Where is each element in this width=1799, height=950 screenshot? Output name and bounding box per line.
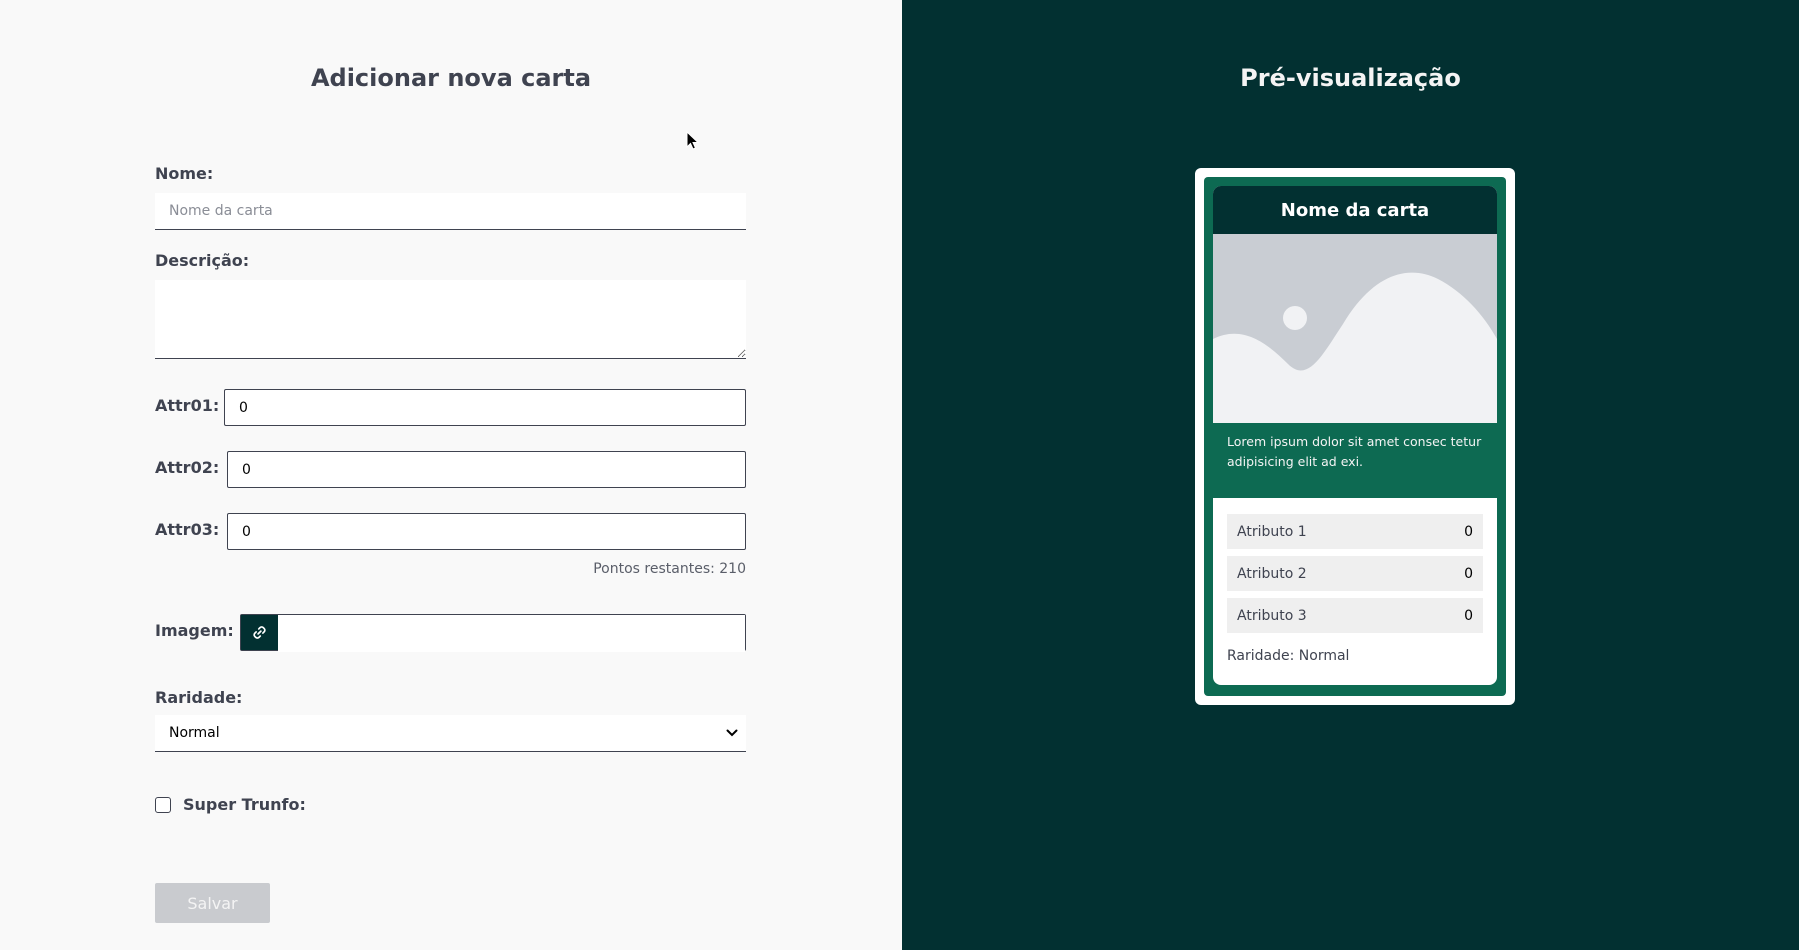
form-title: Adicionar nova carta: [310, 64, 592, 92]
card-preview: Nome da carta Lorem ipsum dolor sit amet…: [1195, 168, 1515, 705]
attr2-label: Attr02:: [155, 458, 220, 477]
image-url-group: [240, 614, 746, 652]
chevron-down-icon: [726, 729, 738, 737]
preview-title: Pré-visualização: [1240, 64, 1461, 92]
attr2-input[interactable]: [227, 451, 746, 488]
card-attribute-row: Atributo 2 0: [1227, 556, 1483, 591]
card-rarity: Raridade: Normal: [1227, 648, 1350, 664]
super-trunfo-label: Super Trunfo:: [183, 795, 306, 814]
points-remaining: Pontos restantes: 210: [593, 561, 746, 577]
card-attributes: Atributo 1 0 Atributo 2 0 Atributo 3 0: [1213, 498, 1497, 633]
attr1-label: Attr01:: [155, 396, 220, 415]
attr1-input[interactable]: [224, 389, 746, 426]
image-url-input[interactable]: [278, 615, 745, 652]
description-textarea[interactable]: [155, 280, 746, 359]
attr3-input[interactable]: [227, 513, 746, 550]
save-button[interactable]: Salvar: [155, 883, 270, 923]
rarity-select[interactable]: Normal: [155, 715, 746, 752]
image-label: Imagem:: [155, 621, 234, 640]
card-attribute-row: Atributo 3 0: [1227, 598, 1483, 633]
image-placeholder-icon: [1213, 234, 1497, 423]
card-attribute-label: Atributo 3: [1237, 607, 1307, 624]
card-description: Lorem ipsum dolor sit amet consec tetur …: [1213, 423, 1497, 498]
link-icon: [253, 626, 266, 639]
rarity-selected-value: Normal: [169, 725, 220, 741]
card-attribute-value: 0: [1464, 607, 1473, 624]
mouse-cursor-icon: [686, 131, 700, 150]
card-name: Nome da carta: [1213, 186, 1497, 234]
name-label: Nome:: [155, 164, 214, 183]
card-attribute-label: Atributo 2: [1237, 565, 1307, 582]
card-attribute-row: Atributo 1 0: [1227, 514, 1483, 549]
form-panel: Adicionar nova carta Nome: Descrição: At…: [0, 0, 902, 950]
card-attribute-value: 0: [1464, 565, 1473, 582]
card-image-placeholder: [1213, 234, 1497, 423]
card-body: Nome da carta Lorem ipsum dolor sit amet…: [1213, 186, 1497, 685]
super-trunfo-checkbox[interactable]: [155, 797, 171, 813]
attr3-label: Attr03:: [155, 520, 220, 539]
card-frame: Nome da carta Lorem ipsum dolor sit amet…: [1204, 177, 1506, 696]
card-attribute-label: Atributo 1: [1237, 523, 1307, 540]
name-input[interactable]: [155, 193, 746, 230]
link-button[interactable]: [241, 615, 278, 650]
description-label: Descrição:: [155, 251, 250, 270]
rarity-label: Raridade:: [155, 688, 243, 707]
card-attribute-value: 0: [1464, 523, 1473, 540]
